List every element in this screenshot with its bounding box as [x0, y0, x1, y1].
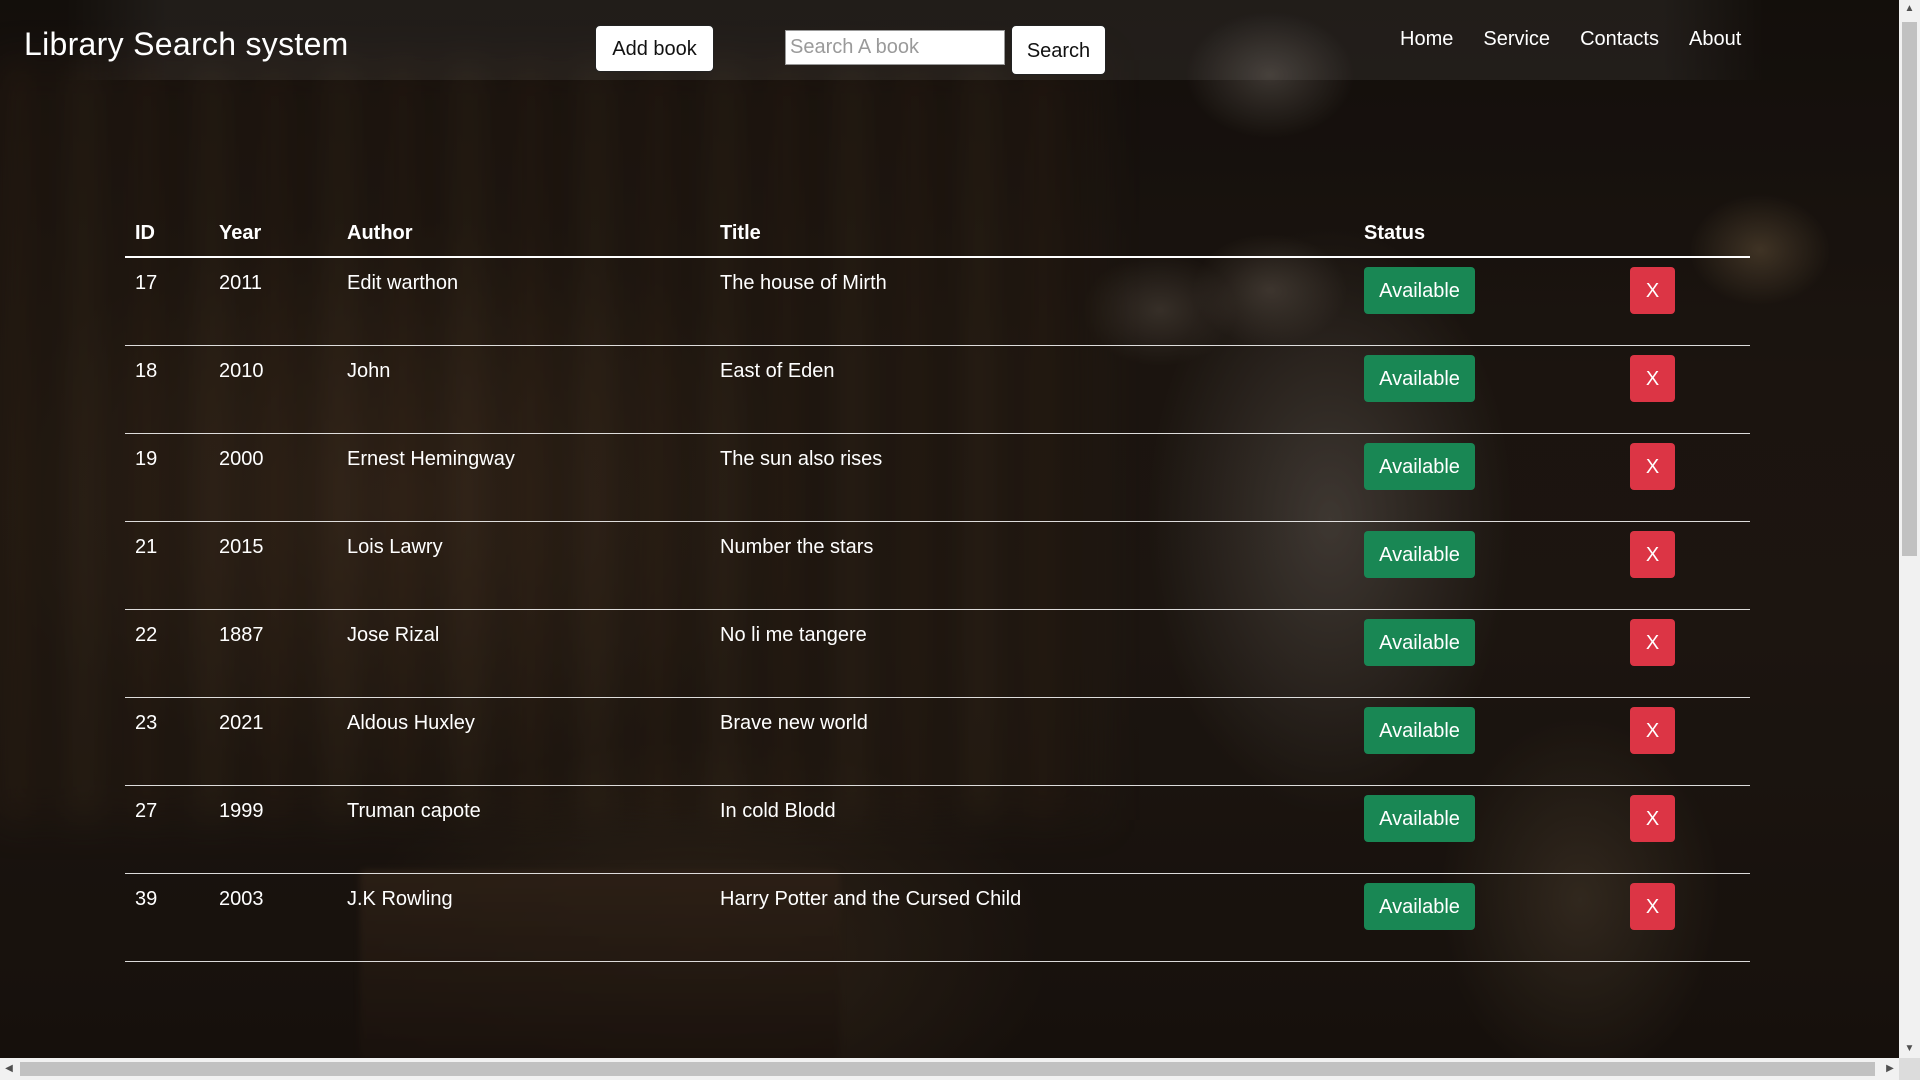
- table-row: 19 2000 Ernest Hemingway The sun also ri…: [125, 434, 1750, 522]
- cell-author: Truman capote: [347, 800, 481, 822]
- cell-year: 2011: [219, 272, 263, 294]
- search-input[interactable]: [785, 30, 1005, 65]
- table-row: 22 1887 Jose Rizal No li me tangere Avai…: [125, 610, 1750, 698]
- table-row: 39 2003 J.K Rowling Harry Potter and the…: [125, 874, 1750, 962]
- table-row: 27 1999 Truman capote In cold Blodd Avai…: [125, 786, 1750, 874]
- vertical-scrollbar[interactable]: ▲ ▼: [1899, 0, 1920, 1058]
- scrollbar-corner: [1899, 1058, 1920, 1080]
- column-header-status: Status: [1364, 222, 1426, 244]
- delete-book-button[interactable]: X: [1630, 267, 1675, 314]
- cell-year: 2021: [219, 712, 264, 734]
- cell-id: 17: [135, 272, 158, 294]
- column-header-year: Year: [219, 222, 262, 244]
- cell-id: 23: [135, 712, 158, 734]
- cell-author: Jose Rizal: [347, 624, 440, 646]
- scroll-right-arrow-icon[interactable]: ▶: [1881, 1058, 1899, 1080]
- cell-title: Harry Potter and the Cursed Child: [720, 888, 1022, 910]
- cell-id: 18: [135, 360, 158, 382]
- delete-book-button[interactable]: X: [1630, 355, 1675, 402]
- cell-author: John: [347, 360, 391, 382]
- delete-book-button[interactable]: X: [1630, 707, 1675, 754]
- status-available-button[interactable]: Available: [1364, 883, 1475, 930]
- delete-book-button[interactable]: X: [1630, 619, 1675, 666]
- table-header: ID Year Author Title Status: [125, 210, 1750, 258]
- cell-id: 22: [135, 624, 158, 646]
- status-available-button[interactable]: Available: [1364, 443, 1475, 490]
- cell-author: Edit warthon: [347, 272, 459, 294]
- horizontal-scroll-thumb[interactable]: [20, 1062, 1875, 1076]
- cell-id: 21: [135, 536, 158, 558]
- vertical-scroll-thumb[interactable]: [1902, 22, 1917, 556]
- cell-id: 27: [135, 800, 158, 822]
- table-row: 21 2015 Lois Lawry Number the stars Avai…: [125, 522, 1750, 610]
- cell-year: 2015: [219, 536, 264, 558]
- cell-title: Number the stars: [720, 536, 874, 558]
- nav-link-about[interactable]: About: [1689, 28, 1741, 51]
- cell-title: In cold Blodd: [720, 800, 836, 822]
- brand-title: Library Search system: [24, 26, 349, 62]
- table-row: 18 2010 John East of Eden Available X: [125, 346, 1750, 434]
- nav-link-contacts[interactable]: Contacts: [1580, 28, 1659, 51]
- nav-link-home[interactable]: Home: [1400, 28, 1453, 51]
- status-available-button[interactable]: Available: [1364, 267, 1475, 314]
- add-book-button[interactable]: Add book: [595, 25, 714, 72]
- nav-links: Home Service Contacts About: [1400, 28, 1771, 51]
- cell-title: Brave new world: [720, 712, 868, 734]
- search-button[interactable]: Search: [1011, 25, 1106, 75]
- status-available-button[interactable]: Available: [1364, 531, 1475, 578]
- column-header-author: Author: [347, 222, 413, 244]
- cell-author: J.K Rowling: [347, 888, 453, 910]
- table-row: 23 2021 Aldous Huxley Brave new world Av…: [125, 698, 1750, 786]
- cell-author: Aldous Huxley: [347, 712, 475, 734]
- cell-title: The sun also rises: [720, 448, 883, 470]
- books-table: ID Year Author Title Status 17 2011 Edit…: [125, 210, 1750, 962]
- status-available-button[interactable]: Available: [1364, 795, 1475, 842]
- delete-book-button[interactable]: X: [1630, 795, 1675, 842]
- delete-book-button[interactable]: X: [1630, 883, 1675, 930]
- scroll-down-arrow-icon[interactable]: ▼: [1899, 1040, 1920, 1058]
- status-available-button[interactable]: Available: [1364, 355, 1475, 402]
- delete-book-button[interactable]: X: [1630, 443, 1675, 490]
- column-header-title: Title: [720, 222, 761, 244]
- scroll-up-arrow-icon[interactable]: ▲: [1899, 0, 1920, 18]
- horizontal-scrollbar[interactable]: ◀ ▶: [0, 1058, 1899, 1080]
- column-header-id: ID: [135, 222, 155, 244]
- status-available-button[interactable]: Available: [1364, 619, 1475, 666]
- delete-book-button[interactable]: X: [1630, 531, 1675, 578]
- cell-year: 2000: [219, 448, 264, 470]
- cell-title: East of Eden: [720, 360, 835, 382]
- navbar: Library Search system Add book Search Ho…: [0, 0, 1899, 80]
- cell-title: The house of Mirth: [720, 272, 887, 294]
- status-available-button[interactable]: Available: [1364, 707, 1475, 754]
- table-row: 17 2011 Edit warthon The house of Mirth …: [125, 258, 1750, 346]
- cell-year: 1887: [219, 624, 264, 646]
- cell-year: 2003: [219, 888, 264, 910]
- cell-author: Lois Lawry: [347, 536, 443, 558]
- scroll-left-arrow-icon[interactable]: ◀: [0, 1058, 18, 1080]
- cell-year: 1999: [219, 800, 264, 822]
- nav-link-service[interactable]: Service: [1483, 28, 1550, 51]
- cell-id: 39: [135, 888, 158, 910]
- cell-title: No li me tangere: [720, 624, 867, 646]
- cell-id: 19: [135, 448, 158, 470]
- cell-author: Ernest Hemingway: [347, 448, 515, 470]
- cell-year: 2010: [219, 360, 264, 382]
